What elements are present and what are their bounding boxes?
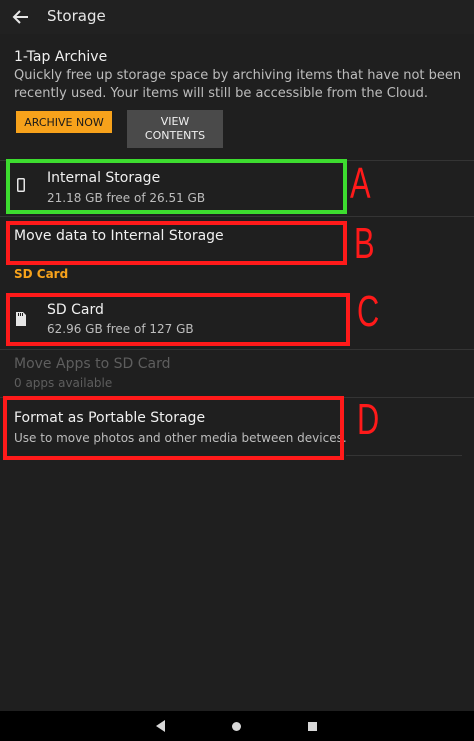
archive-description: Quickly free up storage space by archivi… — [14, 68, 462, 101]
divider — [0, 216, 474, 217]
annotation-label-c: C — [357, 287, 380, 336]
move-apps-title: Move Apps to SD Card — [14, 356, 171, 372]
page-title: Storage — [47, 7, 106, 25]
annotation-label-a: A — [350, 159, 371, 208]
annotation-label-b: B — [354, 219, 375, 268]
app-bar: Storage — [0, 0, 474, 34]
navigation-bar — [0, 711, 474, 741]
divider — [0, 349, 474, 350]
divider — [346, 455, 462, 456]
annotation-box-c — [6, 293, 350, 346]
annotation-box-a — [6, 159, 347, 214]
view-contents-button[interactable]: VIEW CONTENTS — [127, 110, 223, 148]
archive-now-button[interactable]: ARCHIVE NOW — [16, 111, 112, 133]
nav-home-icon[interactable] — [232, 722, 241, 731]
nav-back-icon[interactable] — [156, 720, 166, 732]
back-arrow-icon[interactable] — [10, 6, 32, 28]
move-apps-subtitle: 0 apps available — [14, 376, 113, 390]
archive-title: 1-Tap Archive — [14, 49, 108, 65]
sd-card-section-header: SD Card — [14, 267, 69, 281]
annotation-box-b — [6, 221, 347, 265]
annotation-label-d: D — [357, 395, 380, 444]
nav-recents-icon[interactable] — [308, 722, 317, 731]
annotation-box-d — [3, 396, 344, 460]
